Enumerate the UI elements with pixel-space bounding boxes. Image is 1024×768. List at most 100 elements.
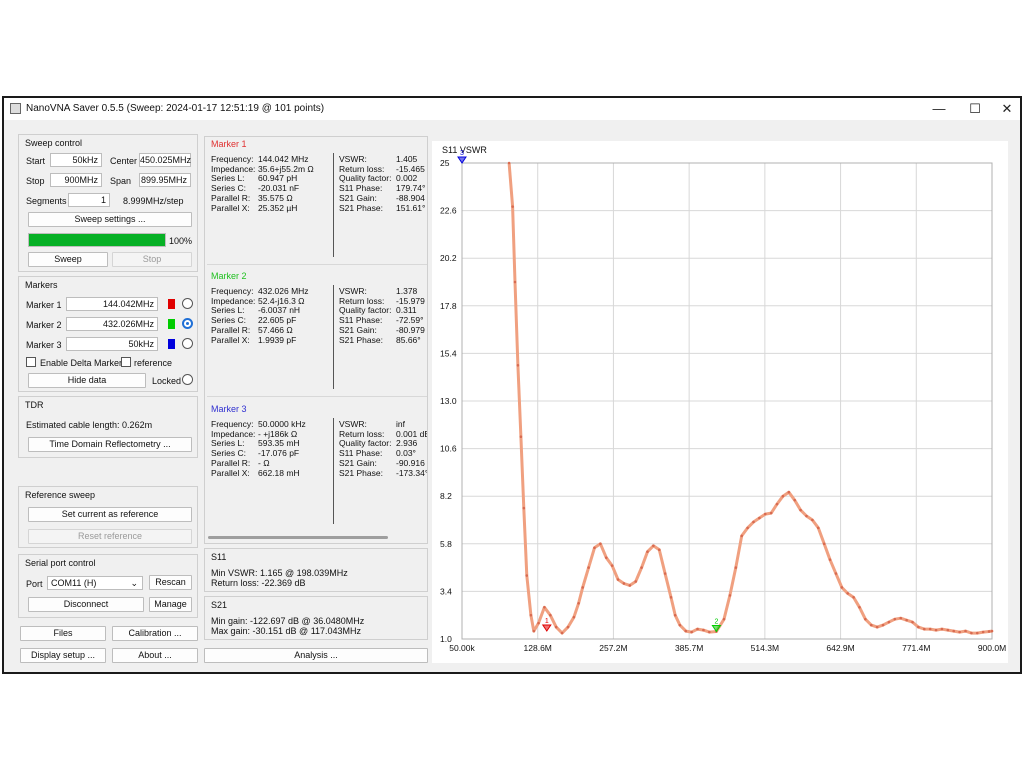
- data-point: [805, 514, 808, 518]
- data-point: [781, 494, 785, 498]
- data-point: [577, 602, 580, 605]
- data-point: [887, 620, 891, 624]
- marker-1-color-swatch[interactable]: [168, 299, 175, 309]
- marker-3-radio[interactable]: [182, 338, 193, 349]
- sweep-settings-button[interactable]: Sweep settings ...: [28, 212, 192, 227]
- segments-label: Segments: [26, 196, 67, 206]
- sweep-progress-fill: [29, 234, 165, 246]
- x-tick-label: 900.0M: [978, 643, 1006, 653]
- data-point: [946, 628, 950, 632]
- data-point: [763, 512, 767, 516]
- marker-3-color-swatch[interactable]: [168, 339, 175, 349]
- step-size-text: 8.999MHz/step: [123, 196, 184, 206]
- rescan-button[interactable]: Rescan: [149, 575, 192, 590]
- marker-2-radio[interactable]: [182, 318, 193, 329]
- data-point: [628, 584, 632, 587]
- reference-checkbox[interactable]: [121, 357, 131, 367]
- serial-port-title: Serial port control: [25, 558, 96, 568]
- markers-title: Markers: [25, 280, 58, 290]
- reset-reference-button[interactable]: Reset reference: [28, 529, 192, 544]
- marker-2-label: 2: [714, 619, 718, 626]
- data-point: [722, 617, 726, 621]
- data-point: [964, 629, 967, 633]
- y-tick-label: 8.2: [440, 491, 452, 501]
- stop-input[interactable]: 900MHz: [50, 173, 102, 187]
- marker-1-radio[interactable]: [182, 298, 193, 309]
- port-select[interactable]: COM11 (H) ⌄: [47, 576, 143, 590]
- data-point: [525, 574, 529, 577]
- s11-title: S11: [211, 552, 227, 562]
- data-point: [905, 618, 908, 622]
- center-label: Center: [110, 156, 138, 166]
- maximize-button[interactable]: ☐: [960, 99, 990, 119]
- data-point: [787, 490, 791, 494]
- reference-label: reference: [134, 358, 173, 368]
- data-point: [507, 161, 511, 165]
- data-point: [572, 615, 576, 619]
- marker-1-label: Marker 1: [26, 300, 62, 310]
- sweep-button[interactable]: Sweep: [28, 252, 108, 267]
- data-point: [610, 564, 614, 567]
- minimize-button[interactable]: —: [924, 99, 954, 119]
- files-button[interactable]: Files: [20, 626, 106, 641]
- data-point: [893, 617, 897, 621]
- data-point: [734, 566, 738, 569]
- y-tick-label: 13.0: [440, 396, 457, 406]
- display-setup-button[interactable]: Display setup ...: [20, 648, 106, 663]
- disconnect-button[interactable]: Disconnect: [28, 597, 144, 612]
- window-title: NanoVNA Saver 0.5.5 (Sweep: 2024-01-17 1…: [26, 103, 325, 114]
- x-tick-label: 385.7M: [675, 643, 703, 653]
- y-tick-label: 10.6: [440, 444, 457, 454]
- title-bar[interactable]: NanoVNA Saver 0.5.5 (Sweep: 2024-01-17 1…: [4, 98, 1020, 120]
- data-point: [840, 586, 844, 589]
- detail-row: Parallel X: 1.9939 pF: [211, 334, 297, 345]
- marker-2-color-swatch[interactable]: [168, 319, 175, 329]
- segments-input[interactable]: 1: [68, 193, 110, 207]
- data-point: [940, 627, 944, 631]
- data-point: [708, 630, 711, 634]
- manage-button[interactable]: Manage: [149, 597, 192, 612]
- marker-3-label: Marker 3: [26, 340, 62, 350]
- horizontal-scrollbar[interactable]: [208, 536, 388, 539]
- data-point: [852, 596, 855, 599]
- data-point: [911, 620, 914, 624]
- hide-data-button[interactable]: Hide data: [28, 373, 146, 388]
- data-point: [587, 566, 590, 569]
- data-point: [875, 625, 879, 629]
- chart-title: S11 VSWR: [442, 145, 487, 155]
- calibration-button[interactable]: Calibration ...: [112, 626, 198, 641]
- data-point: [834, 572, 838, 575]
- span-input[interactable]: 899.95MHz: [139, 173, 191, 187]
- data-point: [599, 542, 602, 546]
- tdr-button[interactable]: Time Domain Reflectometry ...: [28, 437, 192, 452]
- min-vswr-text: Min VSWR: 1.165 @ 198.039MHz: [211, 568, 348, 578]
- start-input[interactable]: 50kHz: [50, 153, 102, 167]
- data-point: [652, 544, 655, 548]
- marker-3-input[interactable]: 50kHz: [66, 337, 158, 351]
- s21-title: S21: [211, 600, 228, 610]
- data-point: [816, 526, 820, 530]
- marker-1-details-left: Frequency: 144.042 MHz Impedance: 35.6+j55…: [211, 154, 314, 213]
- data-point: [846, 592, 850, 595]
- locked-radio[interactable]: [182, 374, 193, 385]
- marker-2-input[interactable]: 432.026MHz: [66, 317, 158, 331]
- data-point: [899, 616, 903, 620]
- detail-row: S21 Phase: -173.34°: [339, 467, 428, 478]
- center-input[interactable]: 450.025MHz: [139, 153, 191, 167]
- delta-marker-checkbox[interactable]: [26, 357, 36, 367]
- column-separator: [333, 285, 334, 389]
- y-tick-label: 22.6: [440, 206, 457, 216]
- marker-1-label: 1: [545, 618, 549, 625]
- analysis-button[interactable]: Analysis ...: [204, 648, 428, 663]
- x-tick-label: 257.2M: [599, 643, 627, 653]
- s11-vswr-chart[interactable]: S11 VSWR 25 22.6 20.2 17.8 15.4 13.0 10.6 8.2 5.8…: [432, 141, 1008, 663]
- chart-svg: S11 VSWR 25 22.6 20.2 17.8 15.4 13.0 10.6 8.2 5.8…: [440, 145, 1006, 653]
- marker-1-input[interactable]: 144.042MHz: [66, 297, 158, 311]
- max-gain-text: Max gain: -30.151 dB @ 117.043MHz: [211, 626, 362, 636]
- about-button[interactable]: About ...: [112, 648, 198, 663]
- marker-2-label: Marker 2: [26, 320, 62, 330]
- port-label: Port: [26, 579, 43, 589]
- set-reference-button[interactable]: Set current as reference: [28, 507, 192, 522]
- stop-button[interactable]: Stop: [112, 252, 192, 267]
- close-button[interactable]: ✕: [992, 99, 1022, 119]
